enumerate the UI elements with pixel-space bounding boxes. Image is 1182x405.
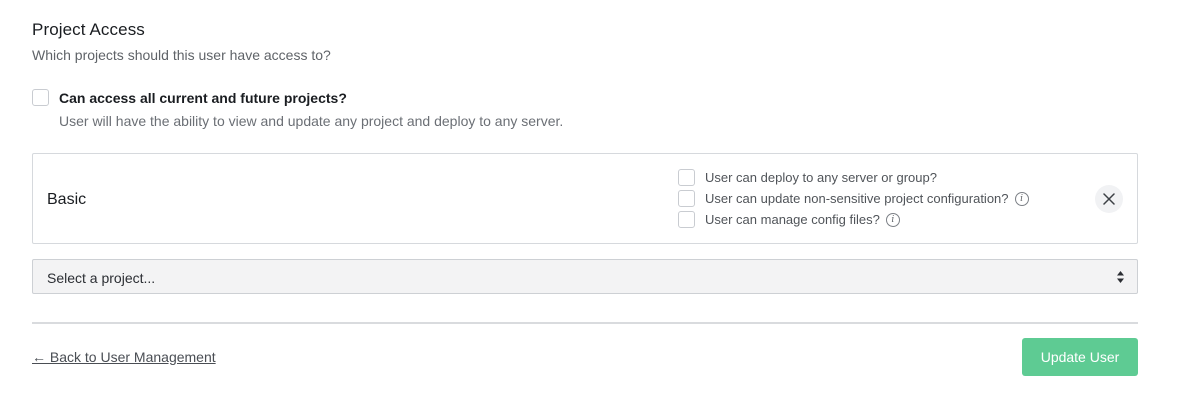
select-arrows-icon bbox=[1117, 271, 1124, 283]
section-subtitle: Which projects should this user have acc… bbox=[32, 47, 331, 63]
permission-config-label: User can update non-sensitive project co… bbox=[705, 191, 1009, 206]
update-user-button[interactable]: Update User bbox=[1022, 338, 1138, 376]
permission-config: User can update non-sensitive project co… bbox=[678, 188, 1029, 209]
info-icon[interactable]: i bbox=[1014, 191, 1029, 206]
back-to-user-management-link[interactable]: ← Back to User Management bbox=[32, 349, 216, 365]
project-select[interactable]: Select a project... bbox=[32, 259, 1138, 294]
remove-project-button[interactable] bbox=[1095, 185, 1123, 213]
permission-files: User can manage config files? i bbox=[678, 209, 1029, 230]
project-select-value: Select a project... bbox=[47, 270, 156, 286]
permission-config-checkbox[interactable] bbox=[678, 190, 695, 207]
project-permissions: User can deploy to any server or group? … bbox=[678, 167, 1029, 230]
permission-files-checkbox[interactable] bbox=[678, 211, 695, 228]
close-icon bbox=[1103, 193, 1115, 205]
all-projects-help: User will have the ability to view and u… bbox=[59, 113, 564, 129]
permission-files-label: User can manage config files? bbox=[705, 212, 880, 227]
info-icon[interactable]: i bbox=[885, 212, 900, 227]
all-projects-label: Can access all current and future projec… bbox=[59, 89, 347, 106]
project-name: Basic bbox=[47, 191, 87, 208]
all-projects-row: Can access all current and future projec… bbox=[32, 89, 347, 106]
project-card: Basic User can deploy to any server or g… bbox=[32, 153, 1138, 244]
section-title: Project Access bbox=[32, 20, 145, 39]
permission-deploy-label: User can deploy to any server or group? bbox=[705, 170, 937, 185]
divider bbox=[32, 322, 1138, 324]
all-projects-checkbox[interactable] bbox=[32, 89, 49, 106]
permission-deploy-checkbox[interactable] bbox=[678, 169, 695, 186]
permission-deploy: User can deploy to any server or group? bbox=[678, 167, 1029, 188]
